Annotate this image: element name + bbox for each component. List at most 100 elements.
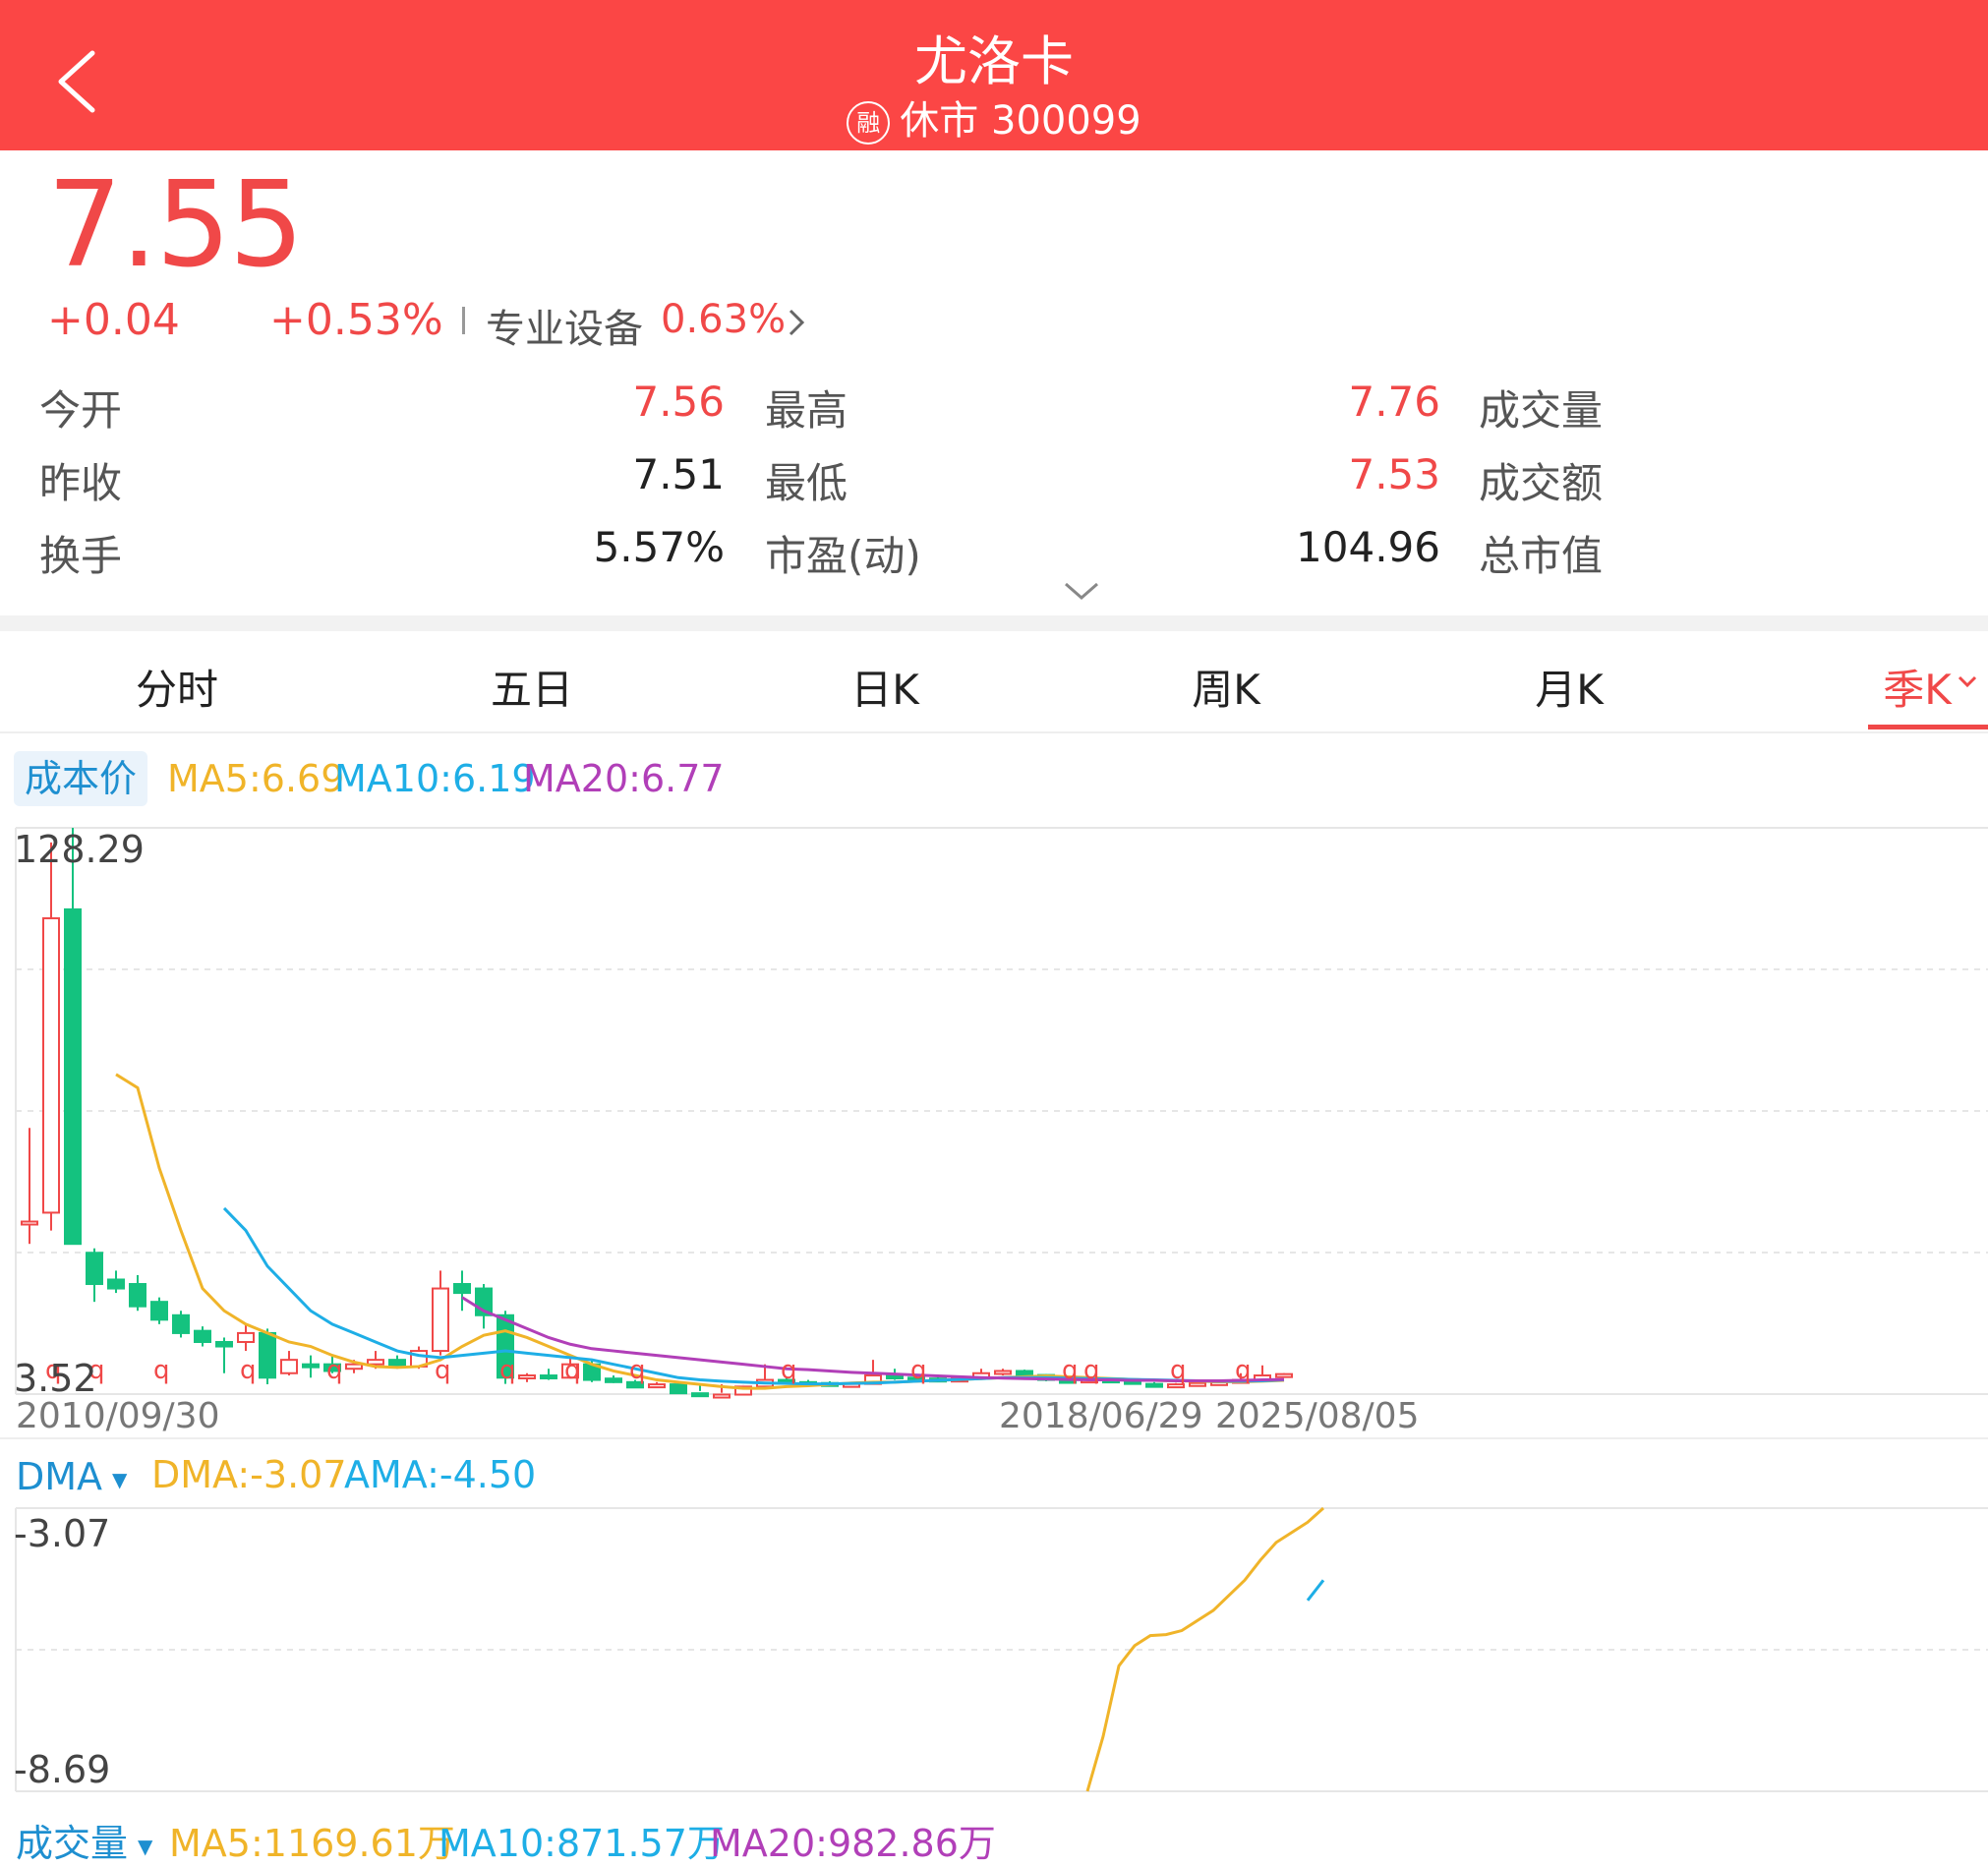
ma10-line: [222, 1206, 1285, 1386]
volume-indicator-button[interactable]: 成交量 ▼: [16, 1813, 152, 1867]
candle-body: [42, 917, 60, 1214]
event-marker: q: [910, 1356, 927, 1385]
caret-down-icon: ▼: [112, 1467, 128, 1491]
turnover-value: 5.57%: [593, 523, 725, 571]
candle-body: [367, 1359, 384, 1366]
volume-name: 成交量: [16, 1822, 129, 1865]
stock-name: 尤洛卡: [914, 30, 1074, 92]
status-code: 休市 300099: [900, 98, 1141, 144]
candle-body: [259, 1331, 276, 1379]
candle-body: [86, 1252, 103, 1286]
candle-body: [691, 1392, 709, 1398]
candle-body: [1275, 1372, 1293, 1378]
prev-close-label: 昨收: [39, 459, 123, 507]
chevron-down-icon[interactable]: [1957, 674, 1978, 694]
expand-chevron-icon[interactable]: [1062, 580, 1101, 608]
low-label: 最低: [765, 459, 848, 507]
candle-body: [237, 1331, 255, 1343]
candle-body: [64, 907, 82, 1246]
pe-value: 104.96: [1296, 523, 1440, 571]
tab-quarterly-k[interactable]: 季K: [1863, 657, 1971, 717]
candle-body: [1189, 1381, 1206, 1387]
dma-indicator-button[interactable]: DMA ▼: [16, 1455, 127, 1498]
x-label-end: 2025/08/05: [1215, 1396, 1420, 1436]
high-value: 7.76: [1348, 378, 1440, 426]
pe-label: 市盈(动): [765, 532, 921, 580]
stock-status: 融休市 300099: [0, 88, 1988, 146]
high-label: 最高: [765, 386, 848, 435]
candle-body: [648, 1383, 666, 1389]
chevron-right-icon[interactable]: [787, 305, 808, 344]
current-price: 7.55: [47, 157, 304, 294]
event-marker: q: [564, 1356, 581, 1385]
tab-five-day[interactable]: 五日: [434, 657, 630, 717]
event-marker: q: [781, 1356, 797, 1385]
dma-name: DMA: [16, 1455, 103, 1498]
candle-body: [1145, 1382, 1163, 1388]
candle-body: [129, 1283, 146, 1308]
tab-separator: [0, 731, 1988, 733]
candle-body: [605, 1377, 622, 1383]
active-tab-indicator: [1868, 725, 1988, 729]
candle-body: [150, 1301, 168, 1321]
event-marker: q: [1062, 1356, 1079, 1385]
margin-badge-icon: 融: [847, 101, 891, 145]
sector-change[interactable]: 0.63%: [661, 297, 786, 342]
section-divider: [0, 615, 1988, 631]
volume-label: 成交量: [1479, 386, 1604, 435]
candle-body: [194, 1329, 211, 1343]
event-marker: q: [326, 1356, 343, 1385]
vol-ma20: MA20:982.86万: [710, 1822, 996, 1865]
open-label: 今开: [39, 386, 123, 435]
x-label-mid: 2018/06/29: [999, 1396, 1203, 1436]
dma-chart[interactable]: [0, 1504, 1988, 1799]
turnover-label: 换手: [39, 532, 123, 580]
candle-body: [453, 1283, 471, 1295]
tab-monthly-k[interactable]: 月K: [1471, 657, 1667, 717]
candle-body: [388, 1359, 406, 1368]
open-value: 7.56: [632, 378, 725, 426]
candle-body: [518, 1374, 536, 1380]
candle-body: [172, 1313, 190, 1334]
ma20-legend: MA20:6.77: [523, 757, 725, 800]
candle-body: [713, 1393, 731, 1399]
candle-body: [886, 1374, 904, 1380]
candle-body: [280, 1359, 298, 1374]
dma-line: [1085, 1506, 1325, 1792]
dma-y-top: -3.07: [14, 1512, 111, 1555]
event-marker: q: [240, 1356, 257, 1385]
ma5-line: [115, 1073, 1285, 1390]
caret-down-icon: ▼: [138, 1834, 153, 1858]
candle-body: [21, 1220, 38, 1226]
event-marker: q: [629, 1356, 646, 1385]
y-min-label: 3.52: [14, 1357, 97, 1400]
candle-body: [540, 1374, 557, 1380]
mktcap-label: 总市值: [1479, 532, 1604, 580]
event-marker: q: [1083, 1356, 1100, 1385]
amount-label: 成交额: [1479, 459, 1604, 507]
price-change: +0.04: [47, 295, 180, 345]
tab-weekly-k[interactable]: 周K: [1128, 657, 1324, 717]
cost-price-button[interactable]: 成本价: [14, 751, 147, 806]
divider-bar: [462, 307, 465, 334]
ama-line: [1306, 1579, 1325, 1602]
candle-body: [1016, 1370, 1033, 1376]
candle-body: [345, 1363, 363, 1371]
event-marker: q: [153, 1356, 170, 1385]
ama-value: AMA:-4.50: [344, 1453, 537, 1496]
dma-value: DMA:-3.07: [151, 1453, 347, 1496]
ma5-legend: MA5:6.69: [167, 757, 345, 800]
candlestick-chart[interactable]: qqqqqqqqqqqqqqq: [0, 816, 1988, 1439]
sector-name[interactable]: 专业设备: [486, 297, 643, 354]
tab-daily-k[interactable]: 日K: [787, 657, 983, 717]
candle-body: [670, 1383, 687, 1395]
candle-body: [432, 1287, 449, 1353]
prev-close-value: 7.51: [632, 450, 725, 498]
tab-intraday[interactable]: 分时: [79, 657, 275, 717]
event-marker: q: [1235, 1356, 1252, 1385]
dma-y-bottom: -8.69: [14, 1748, 111, 1791]
event-marker: q: [1170, 1356, 1187, 1385]
low-value: 7.53: [1348, 450, 1440, 498]
candle-body: [107, 1278, 125, 1290]
candle-body: [994, 1370, 1012, 1375]
